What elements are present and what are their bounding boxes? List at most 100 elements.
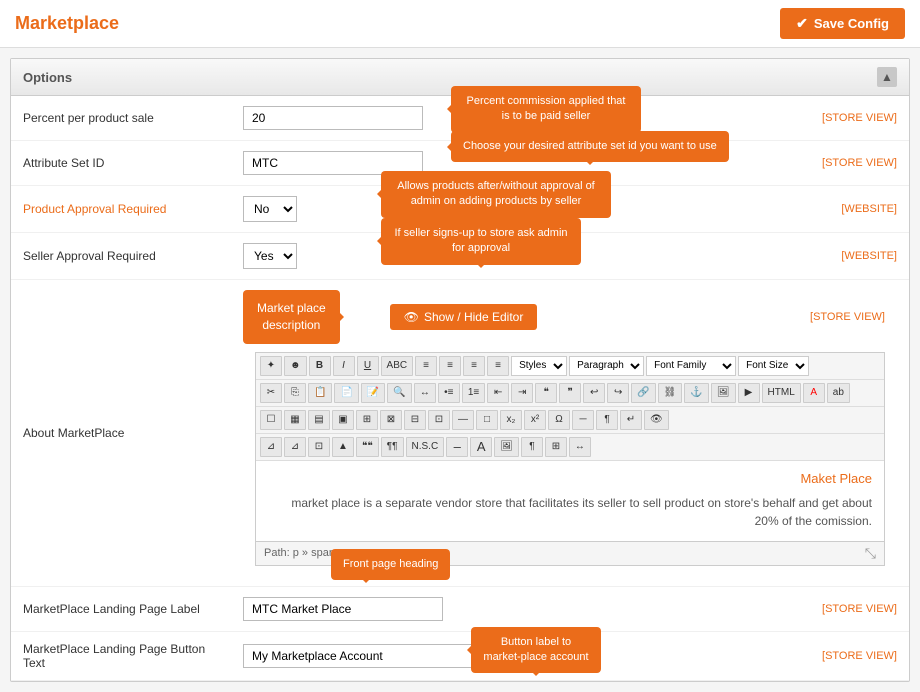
toolbar-btn-align-center[interactable]: ≡	[439, 356, 461, 376]
toolbar-btn-align-left[interactable]: ≡	[415, 356, 437, 376]
toolbar-btn-strikethrough[interactable]: ABC	[381, 356, 414, 376]
toolbar-btn-indent-in[interactable]: ⇥	[511, 383, 533, 403]
toolbar-btn-r8[interactable]: –	[446, 437, 468, 457]
toolbar-btn-ol[interactable]: 1≡	[462, 383, 485, 403]
toolbar-btn-bold[interactable]: B	[309, 356, 331, 376]
toolbar-btn-t7[interactable]: ⊟	[404, 410, 426, 430]
editor-toolbar-row1: ✦ ☻ B I U ABC ≡ ≡ ≡ ≡ Styles	[256, 353, 884, 380]
toolbar-btn-paste3[interactable]: 📝	[361, 383, 385, 403]
checkmark-icon: ✔	[796, 15, 808, 32]
toolbar-btn-underline[interactable]: U	[357, 356, 379, 376]
field-scope-attribute: [STORE VIEW]	[809, 141, 909, 186]
toolbar-btn-r13[interactable]: ↔	[569, 437, 591, 457]
toolbar-btn-t9[interactable]: —	[452, 410, 474, 430]
toolbar-btn-hr[interactable]: ─	[572, 410, 594, 430]
toolbar-btn-redo[interactable]: ↪	[607, 383, 629, 403]
percent-input[interactable]	[243, 106, 423, 130]
landing-btn-input[interactable]	[243, 644, 473, 668]
tooltip-percent: Percent commission applied that is to be…	[451, 86, 641, 133]
eye-icon: 👁	[404, 310, 419, 324]
toolbar-btn-img[interactable]: ☻	[284, 356, 307, 376]
toolbar-btn-link[interactable]: 🔗	[631, 383, 655, 403]
field-label-attribute: Attribute Set ID	[11, 141, 231, 186]
toolbar-btn-t8[interactable]: ⊡	[428, 410, 450, 430]
toolbar-btn-cut[interactable]: ✂	[260, 383, 282, 403]
styles-select[interactable]: Styles	[511, 356, 567, 376]
toolbar-btn-r3[interactable]: ⊡	[308, 437, 330, 457]
toolbar-btn-sup[interactable]: x²	[524, 410, 546, 430]
toolbar-btn-preview[interactable]: 👁	[644, 410, 669, 430]
toolbar-btn-find[interactable]: 🔍	[387, 383, 411, 403]
toolbar-btn-align-justify[interactable]: ≡	[487, 356, 509, 376]
field-scope-product-approval: [WEBSITE]	[809, 186, 909, 233]
tooltip-seller-approval: If seller signs-up to store ask admin fo…	[381, 218, 581, 265]
toolbar-btn-t3[interactable]: ▤	[308, 410, 330, 430]
tooltip-attribute: Choose your desired attribute set id you…	[451, 131, 729, 162]
field-scope-about: [STORE VIEW]	[810, 311, 897, 323]
toolbar-btn-r9[interactable]: A	[470, 437, 492, 457]
editor-content-area[interactable]: Maket Place market place is a separate v…	[256, 461, 884, 541]
toolbar-btn-r5[interactable]: ❝❝	[356, 437, 379, 457]
toolbar-btn-r10[interactable]: 🖼	[494, 437, 519, 457]
toolbar-btn-t4[interactable]: ▣	[332, 410, 354, 430]
toolbar-btn-r11[interactable]: ¶	[521, 437, 543, 457]
toolbar-btn-sub[interactable]: x₂	[500, 410, 522, 430]
field-label-seller-approval: Seller Approval Required	[11, 233, 231, 280]
toolbar-btn-t6[interactable]: ⊠	[380, 410, 402, 430]
toolbar-btn-align-right[interactable]: ≡	[463, 356, 485, 376]
toolbar-btn-r2[interactable]: ⊿	[284, 437, 306, 457]
show-hide-editor-button[interactable]: 👁 Show / Hide Editor	[390, 304, 538, 330]
toolbar-btn-r6[interactable]: ¶¶	[381, 437, 404, 457]
toolbar-btn-embed[interactable]: ✦	[260, 356, 282, 376]
toolbar-btn-nl[interactable]: ↵	[620, 410, 642, 430]
field-label-about: About MarketPlace	[11, 280, 231, 587]
toolbar-btn-ul[interactable]: •≡	[438, 383, 460, 403]
toolbar-btn-omega[interactable]: Ω	[548, 410, 570, 430]
toolbar-btn-html[interactable]: HTML	[762, 383, 801, 403]
toolbar-btn-replace[interactable]: ↔	[414, 383, 436, 403]
toolbar-btn-undo[interactable]: ↩	[583, 383, 605, 403]
toolbar-btn-r12[interactable]: ⊞	[545, 437, 567, 457]
font-size-select[interactable]: Font Size	[738, 356, 809, 376]
toolbar-btn-color[interactable]: A	[803, 383, 825, 403]
toolbar-btn-t1[interactable]: ☐	[260, 410, 282, 430]
toolbar-btn-r4[interactable]: ▲	[332, 437, 354, 457]
page-header: Marketplace ✔ Save Config	[0, 0, 920, 48]
toolbar-btn-media[interactable]: ▶	[738, 383, 760, 403]
editor-toolbar-row4: ⊿ ⊿ ⊡ ▲ ❝❝ ¶¶ N.S.C – A 🖼 ¶ ⊞ ↔	[256, 434, 884, 461]
toolbar-btn-r1[interactable]: ⊿	[260, 437, 282, 457]
editor-body-text: market place is a separate vendor store …	[268, 494, 872, 530]
field-value-about: Market placedescription 👁 Show / Hide Ed…	[231, 280, 909, 587]
toolbar-btn-copy[interactable]: ⎘	[284, 383, 306, 403]
toolbar-btn-t10[interactable]: □	[476, 410, 498, 430]
paragraph-select[interactable]: Paragraph	[569, 356, 644, 376]
section-toggle[interactable]: ▲	[877, 67, 897, 87]
product-approval-select[interactable]: No Yes	[243, 196, 297, 222]
toolbar-btn-unlink[interactable]: ⛓	[658, 383, 683, 403]
toolbar-btn-paste[interactable]: 📋	[308, 383, 332, 403]
marketplace-description-callout: Market placedescription	[243, 290, 340, 344]
toolbar-btn-anchor[interactable]: ⚓	[684, 383, 708, 403]
table-row: MarketPlace Landing Page Button Text But…	[11, 631, 909, 680]
toolbar-btn-bgcolor[interactable]: ab	[827, 383, 850, 403]
field-scope-percent: [STORE VIEW]	[809, 96, 909, 141]
options-section: Options ▲ Percent per product sale Perce…	[10, 58, 910, 682]
toolbar-btn-img2[interactable]: 🖼	[711, 383, 736, 403]
toolbar-btn-indent-out[interactable]: ⇤	[487, 383, 509, 403]
page-title: Marketplace	[15, 13, 119, 34]
toolbar-btn-paste2[interactable]: 📄	[334, 383, 358, 403]
toolbar-btn-pg[interactable]: ¶	[596, 410, 618, 430]
toolbar-btn-blockquote2[interactable]: ❞	[559, 383, 581, 403]
editor-toolbar-row2: ✂ ⎘ 📋 📄 📝 🔍 ↔ •≡ 1≡ ⇤ ⇥ ❝ ❞ ↩	[256, 380, 884, 407]
seller-approval-select[interactable]: Yes No	[243, 243, 297, 269]
editor-toolbar-row3: ☐ ▦ ▤ ▣ ⊞ ⊠ ⊟ ⊡ — □ x₂ x² Ω ─ ¶	[256, 407, 884, 434]
save-config-button[interactable]: ✔ Save Config	[780, 8, 905, 39]
toolbar-btn-blockquote[interactable]: ❝	[535, 383, 557, 403]
toolbar-btn-t5[interactable]: ⊞	[356, 410, 378, 430]
landing-label-input[interactable]	[243, 597, 443, 621]
resize-handle[interactable]: ⤡	[865, 545, 876, 562]
toolbar-btn-r7[interactable]: N.S.C	[406, 437, 445, 457]
toolbar-btn-t2[interactable]: ▦	[284, 410, 306, 430]
toolbar-btn-italic[interactable]: I	[333, 356, 355, 376]
font-family-select[interactable]: Font Family	[646, 356, 736, 376]
